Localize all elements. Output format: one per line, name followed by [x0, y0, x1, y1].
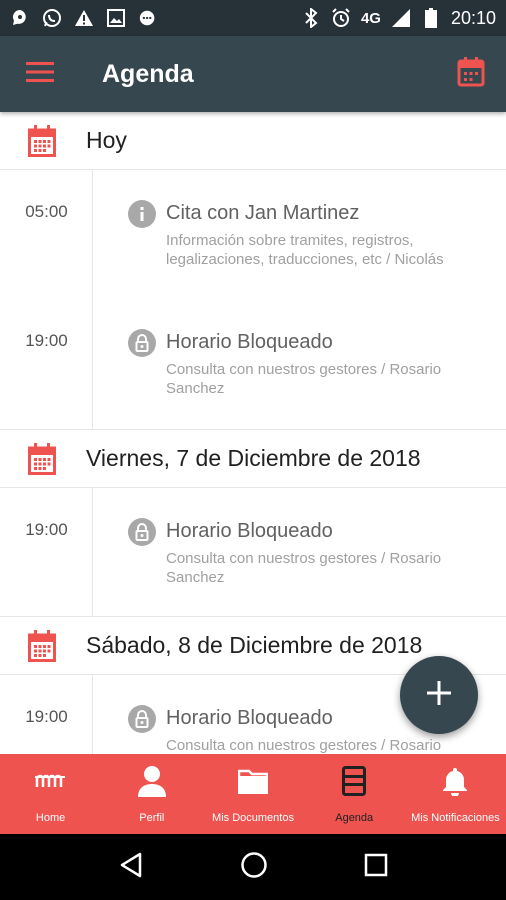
event-subtitle: Información sobre tramites, registros, l… [166, 232, 444, 268]
nav-label: Agenda [335, 812, 374, 824]
plus-icon [425, 679, 453, 712]
nav-item-agenda[interactable]: Agenda [304, 754, 405, 834]
status-bar: 4G 20:10 [0, 0, 506, 36]
whatsapp-icon [42, 8, 62, 28]
logo-icon [34, 764, 67, 798]
nav-item-home[interactable]: Home [0, 754, 101, 834]
agenda-list-icon [342, 764, 367, 798]
page-title: Agenda [102, 59, 194, 88]
event-title: Horario Bloqueado [166, 520, 333, 542]
nav-item-mis-notificaciones[interactable]: Mis Notificaciones [405, 754, 506, 834]
add-event-button[interactable] [400, 656, 478, 734]
nav-label: Perfil [139, 812, 165, 824]
calendar-day-icon [0, 629, 86, 662]
network-type: 4G [360, 9, 381, 27]
bluetooth-icon [301, 8, 321, 28]
bottom-navigation: Home Perfil Mis Documentos Agenda Mis No… [0, 754, 506, 834]
lock-icon [128, 518, 156, 546]
clock: 20:10 [450, 7, 496, 28]
recents-icon[interactable] [364, 853, 388, 882]
menu-button[interactable] [0, 36, 80, 112]
event-subtitle: Consulta con nuestros gestores / Rosario… [166, 737, 442, 754]
day-header: Viernes, 7 de Diciembre de 2018 [0, 430, 506, 488]
event-subtitle: Consulta con nuestros gestores / Rosario… [166, 550, 442, 586]
day-events: 05:00 Cita con Jan Martinez Información … [0, 170, 506, 430]
alarm-icon [331, 8, 351, 28]
back-icon[interactable] [118, 851, 144, 884]
event-item[interactable]: 19:00 Horario Bloqueado Consulta con nue… [25, 518, 506, 587]
nav-label: Mis Notificaciones [411, 812, 500, 824]
app-bar: Agenda [0, 36, 506, 112]
day-title: Sábado, 8 de Diciembre de 2018 [86, 632, 423, 658]
event-time: 05:00 [25, 202, 68, 221]
day-title: Viernes, 7 de Diciembre de 2018 [86, 445, 421, 471]
lock-icon [128, 329, 156, 357]
warning-icon [74, 8, 94, 28]
bell-icon [441, 764, 469, 798]
lock-icon [128, 705, 156, 733]
user-icon [137, 764, 166, 798]
event-item[interactable]: 05:00 Cita con Jan Martinez Información … [25, 200, 506, 269]
nav-label: Home [35, 812, 66, 824]
calendar-icon [457, 56, 485, 92]
message-icon [138, 8, 158, 28]
event-time: 19:00 [25, 331, 68, 350]
day-events: 19:00 Horario Bloqueado Consulta con nue… [0, 488, 506, 617]
battery-icon [421, 8, 441, 28]
calendar-day-icon [0, 442, 86, 475]
signal-icon [391, 8, 411, 28]
event-time: 19:00 [25, 520, 68, 539]
home-icon[interactable] [240, 851, 268, 884]
event-item[interactable]: 19:00 Horario Bloqueado Consulta con nue… [25, 329, 506, 398]
chat-bubble-icon [10, 8, 30, 28]
hamburger-menu-icon [26, 61, 54, 88]
nav-label: Mis Documentos [212, 812, 294, 824]
folder-icon [238, 764, 268, 798]
calendar-day-icon [0, 124, 86, 157]
event-subtitle: Consulta con nuestros gestores / Rosario… [166, 361, 442, 397]
nav-item-mis-documentos[interactable]: Mis Documentos [202, 754, 303, 834]
info-icon [128, 200, 156, 228]
system-navigation-bar [0, 834, 506, 900]
event-title: Cita con Jan Martinez [166, 202, 360, 224]
image-icon [106, 8, 126, 28]
day-title: Hoy [86, 127, 127, 153]
event-time: 19:00 [25, 707, 68, 726]
nav-item-perfil[interactable]: Perfil [101, 754, 202, 834]
day-header: Hoy [0, 112, 506, 170]
calendar-button[interactable] [436, 36, 506, 112]
event-title: Horario Bloqueado [166, 331, 333, 353]
